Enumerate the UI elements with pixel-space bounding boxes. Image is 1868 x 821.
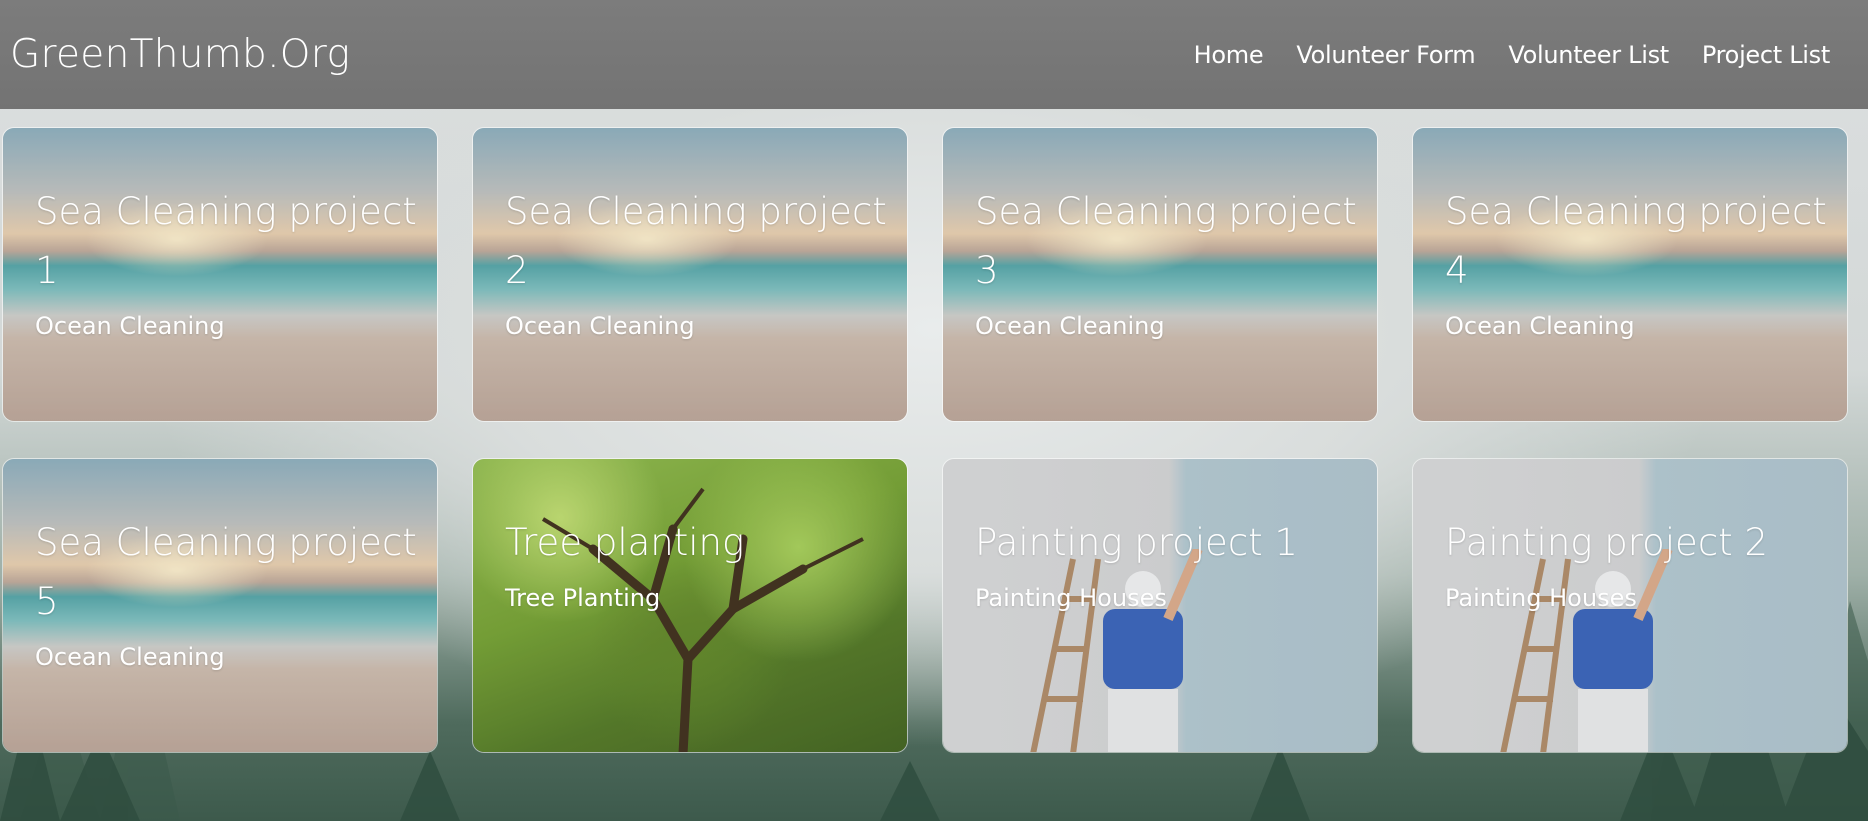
project-category: Ocean Cleaning <box>505 312 695 340</box>
project-category: Painting Houses <box>1445 584 1637 612</box>
project-card[interactable]: Sea Cleaning project 5 Ocean Cleaning <box>2 458 438 753</box>
project-card[interactable]: Sea Cleaning project 2 Ocean Cleaning <box>472 127 908 422</box>
project-category: Ocean Cleaning <box>1445 312 1635 340</box>
project-card[interactable]: Sea Cleaning project 1 Ocean Cleaning <box>2 127 438 422</box>
project-card[interactable]: Painting project 2 Painting Houses <box>1412 458 1848 753</box>
project-category: Ocean Cleaning <box>35 643 225 671</box>
project-title: Sea Cleaning project 2 <box>505 190 887 292</box>
project-title: Painting project 2 <box>1445 521 1768 564</box>
project-title: Sea Cleaning project 4 <box>1445 190 1827 292</box>
project-card[interactable]: Sea Cleaning project 4 Ocean Cleaning <box>1412 127 1848 422</box>
project-card[interactable]: Painting project 1 Painting Houses <box>942 458 1378 753</box>
nav-link-home[interactable]: Home <box>1194 41 1264 69</box>
project-title: Sea Cleaning project 5 <box>35 521 417 623</box>
top-navbar: GreenThumb.Org Home Volunteer Form Volun… <box>0 0 1868 109</box>
project-title: Sea Cleaning project 3 <box>975 190 1357 292</box>
project-title: Tree planting <box>505 521 745 564</box>
project-category: Ocean Cleaning <box>35 312 225 340</box>
project-card[interactable]: Sea Cleaning project 3 Ocean Cleaning <box>942 127 1378 422</box>
project-title: Painting project 1 <box>975 521 1298 564</box>
project-category: Tree Planting <box>505 584 661 612</box>
nav-link-project-list[interactable]: Project List <box>1702 41 1830 69</box>
project-card[interactable]: Tree planting Tree Planting <box>472 458 908 753</box>
project-title: Sea Cleaning project 1 <box>35 190 417 292</box>
project-grid: Sea Cleaning project 1 Ocean Cleaning Se… <box>2 127 1848 753</box>
nav-link-volunteer-form[interactable]: Volunteer Form <box>1296 41 1475 69</box>
nav-links: Home Volunteer Form Volunteer List Proje… <box>1194 41 1858 69</box>
nav-link-volunteer-list[interactable]: Volunteer List <box>1508 41 1669 69</box>
brand-logo[interactable]: GreenThumb.Org <box>10 32 350 77</box>
project-category: Ocean Cleaning <box>975 312 1165 340</box>
project-category: Painting Houses <box>975 584 1167 612</box>
